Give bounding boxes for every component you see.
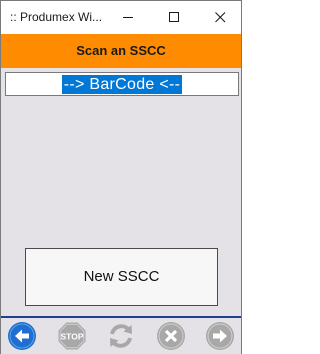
screen-title: Scan an SSCC	[76, 43, 166, 58]
content-area: --> BarCode <-- New SSCC	[1, 68, 241, 316]
forward-button[interactable]	[205, 321, 235, 351]
maximize-button[interactable]	[151, 1, 197, 34]
forward-arrow-icon	[206, 322, 234, 350]
cancel-button[interactable]	[156, 321, 186, 351]
stop-icon-label: STOP	[61, 332, 84, 342]
back-button[interactable]	[7, 321, 37, 351]
stop-button[interactable]: STOP	[57, 321, 87, 351]
new-sscc-button[interactable]: New SSCC	[25, 248, 218, 306]
minimize-icon	[123, 17, 133, 18]
maximize-icon	[169, 12, 179, 22]
bottom-toolbar: STOP	[1, 316, 241, 354]
screen-header: Scan an SSCC	[1, 34, 241, 68]
minimize-button[interactable]	[105, 1, 151, 34]
new-sscc-label: New SSCC	[83, 268, 160, 285]
close-icon	[215, 12, 226, 23]
refresh-icon	[110, 324, 132, 348]
back-arrow-icon	[8, 322, 36, 350]
barcode-input[interactable]: --> BarCode <--	[5, 72, 239, 96]
title-bar[interactable]: :: Produmex Wi...	[1, 1, 241, 34]
close-button[interactable]	[197, 1, 243, 34]
app-window: :: Produmex Wi... Scan an SSCC --> BarCo…	[0, 0, 242, 354]
window-title: :: Produmex Wi...	[10, 10, 103, 24]
refresh-button[interactable]	[106, 321, 136, 351]
stop-icon: STOP	[58, 322, 86, 350]
barcode-input-value: --> BarCode <--	[61, 75, 183, 94]
cancel-icon	[157, 322, 185, 350]
